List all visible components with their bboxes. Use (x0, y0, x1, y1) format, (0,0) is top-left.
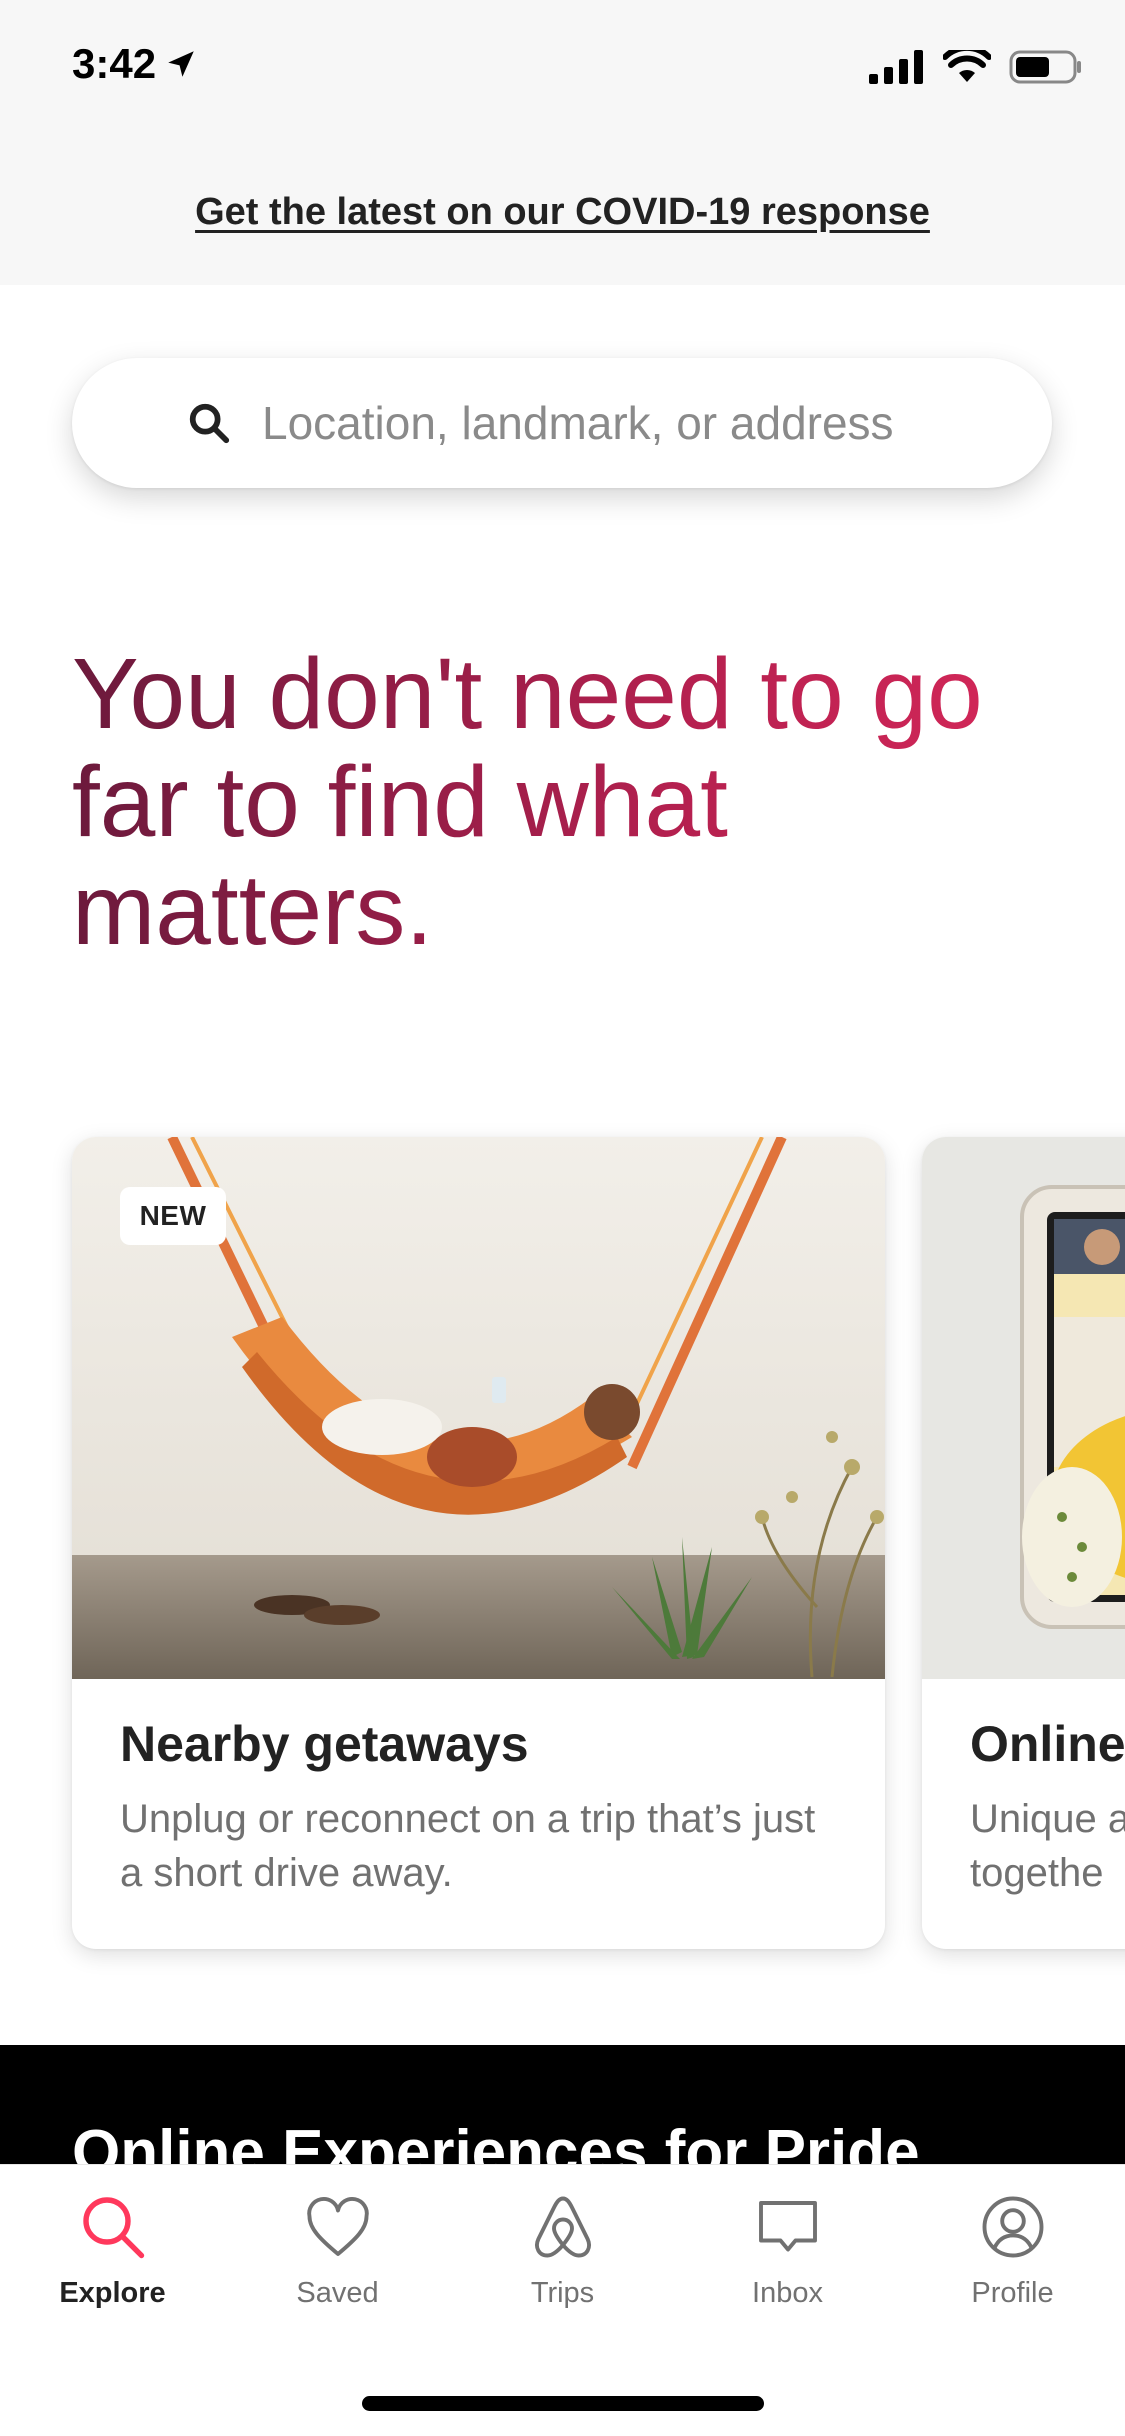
search-input[interactable] (262, 388, 1002, 458)
airbnb-logo-icon (534, 2196, 591, 2258)
profile-icon (982, 2196, 1043, 2258)
covid-response-link[interactable]: Get the latest on our COVID-19 response (195, 191, 930, 234)
location-arrow-icon (168, 51, 194, 77)
covid-banner: Get the latest on our COVID-19 response (0, 140, 1125, 285)
status-bar: 3:42 (0, 0, 1125, 140)
home-indicator[interactable] (362, 2396, 764, 2411)
tab-label: Saved (296, 2277, 379, 2309)
tab-label: Profile (971, 2277, 1054, 2309)
status-icons (869, 50, 1083, 84)
tab-label: Explore (59, 2277, 166, 2309)
tab-label: Inbox (752, 2277, 823, 2309)
hammock-photo: NEW (72, 1137, 885, 1679)
search-icon (82, 2197, 144, 2259)
tab-explore[interactable]: Explore (0, 2191, 225, 2321)
explore-screen: 3:42 Get the latest on our COVID-19 resp… (0, 0, 1125, 2436)
video-call-photo (922, 1137, 1125, 1679)
status-time-text: 3:42 (72, 40, 157, 87)
card-description: Unplug or reconnect on a trip that’s jus… (120, 1797, 816, 1895)
chat-icon (758, 2201, 817, 2252)
tab-trips[interactable]: Trips (450, 2191, 675, 2321)
status-time: 3:42 (72, 40, 198, 88)
card-title: Online (970, 1716, 1125, 1772)
tab-inbox[interactable]: Inbox (675, 2191, 900, 2321)
heart-icon (306, 2197, 369, 2256)
tab-label: Trips (530, 2277, 595, 2309)
online-experiences-card[interactable]: Online Unique a togethe (922, 1137, 1125, 1949)
new-badge: NEW (120, 1187, 226, 1245)
search-bar[interactable] (72, 358, 1052, 488)
hero-headline: You don't need to go far to find what ma… (72, 640, 1072, 964)
video-call-illustration (922, 1137, 1125, 1679)
nearby-getaways-card[interactable]: NEW Nearby getaways Unplug or reconnect … (72, 1137, 885, 1949)
tab-saved[interactable]: Saved (225, 2191, 450, 2321)
tab-profile[interactable]: Profile (900, 2191, 1125, 2321)
search-icon (189, 403, 230, 444)
battery-icon (1009, 50, 1081, 84)
signal-icon (869, 50, 923, 84)
card-title: Nearby getaways (120, 1716, 529, 1772)
card-description: Unique a togethe (970, 1797, 1125, 1895)
wifi-icon (943, 50, 991, 82)
